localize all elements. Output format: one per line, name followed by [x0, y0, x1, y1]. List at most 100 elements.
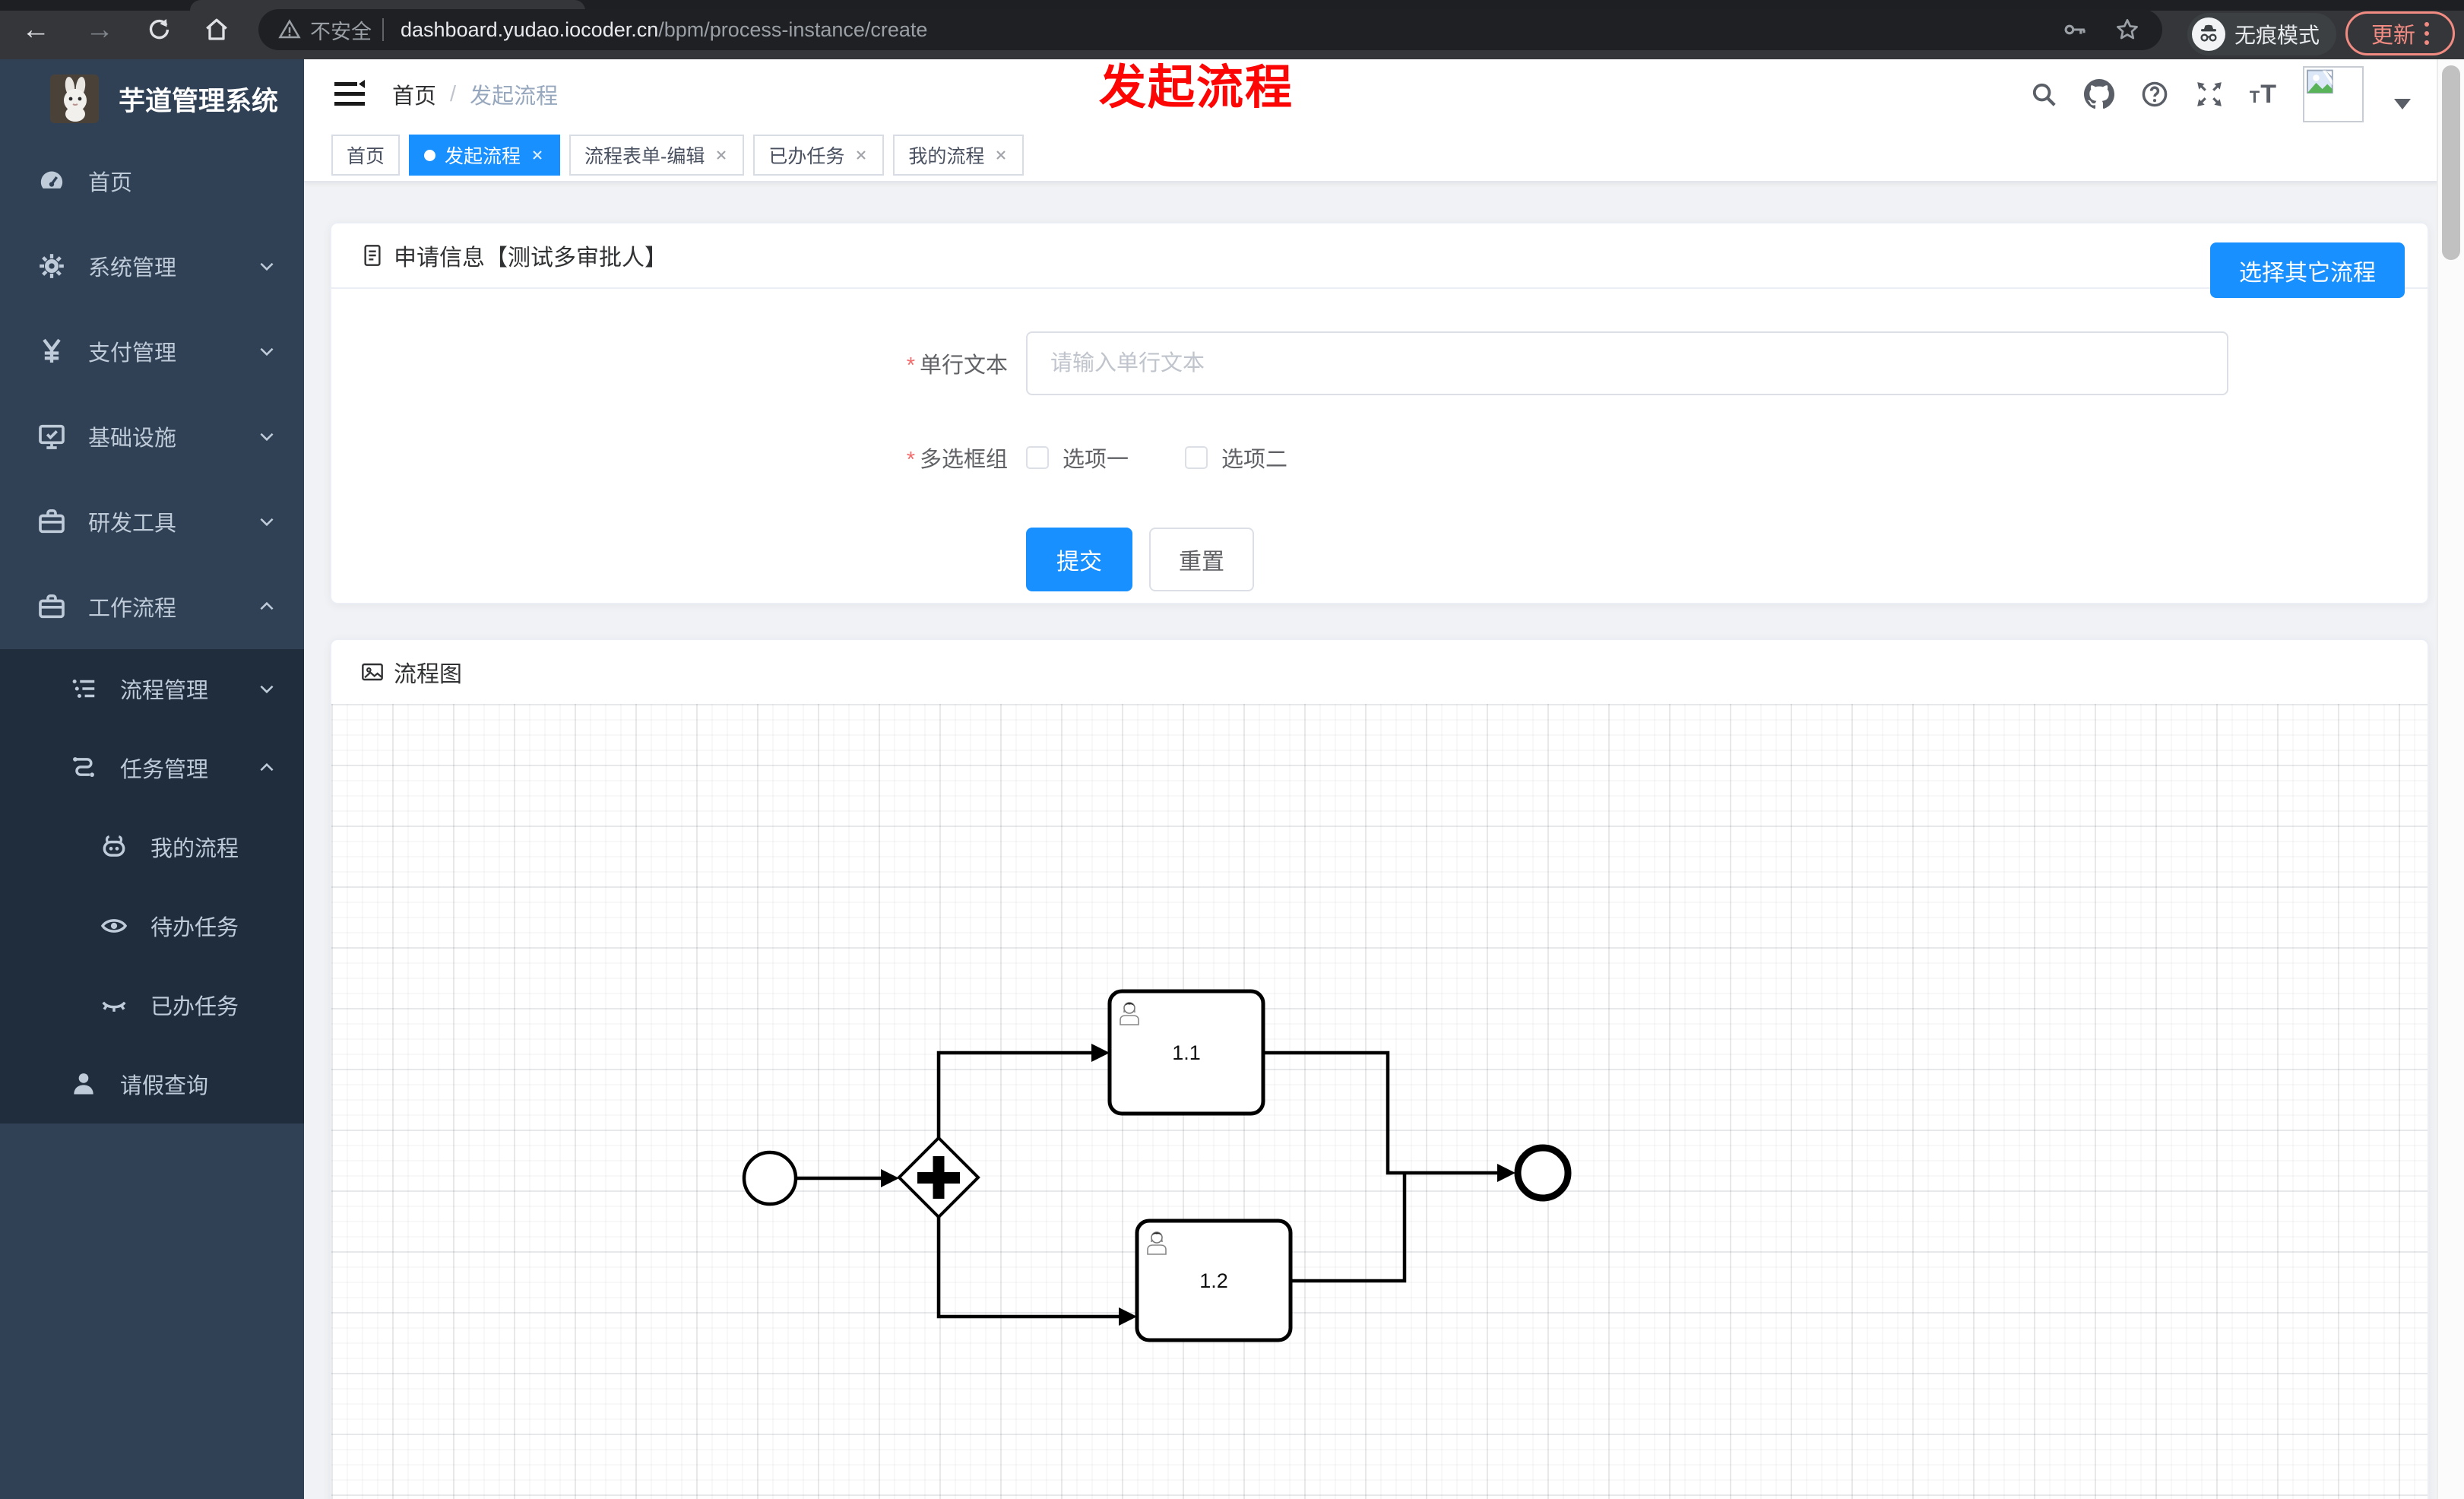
github-icon[interactable]	[2083, 79, 2114, 109]
close-icon[interactable]	[530, 147, 545, 163]
sidebar-item-todo-tasks[interactable]: 待办任务	[0, 886, 304, 965]
omnibox-divider	[382, 18, 384, 41]
tag-form-edit[interactable]: 流程表单-编辑	[569, 135, 745, 176]
help-icon[interactable]	[2140, 80, 2169, 109]
avatar[interactable]	[2303, 66, 2364, 122]
sidebar-item-label: 首页	[88, 171, 133, 195]
close-icon[interactable]	[714, 147, 729, 163]
annotation-text: 发起流程	[1099, 62, 1294, 114]
sidebar-item-workflow[interactable]: 工作流程	[0, 564, 304, 649]
app-title: 芋道管理系统	[119, 86, 279, 116]
search-icon[interactable]	[2029, 80, 2058, 109]
incognito-badge: 无痕模式	[2187, 13, 2336, 55]
sidebar-item-home[interactable]: 首页	[0, 138, 304, 223]
toolbox-icon	[32, 506, 71, 537]
sidebar-collapse-button[interactable]	[331, 76, 368, 113]
chevron-down-icon	[257, 426, 277, 446]
checkbox-label[interactable]: 选项一	[1063, 442, 1129, 474]
breadcrumb-current: 发起流程	[470, 84, 559, 109]
choose-other-process-button[interactable]: 选择其它流程	[2210, 242, 2405, 298]
reset-button[interactable]: 重置	[1149, 528, 1254, 591]
bpmn-flow-start-gateway	[797, 1169, 899, 1187]
field-label: * 多选框组	[906, 448, 1008, 472]
url-host[interactable]: dashboard.yudao.iocoder.cn	[401, 18, 658, 42]
home-icon	[206, 18, 227, 40]
tree-list-icon	[64, 674, 103, 703]
bpmn-parallel-gateway[interactable]	[897, 1136, 980, 1219]
url-path[interactable]: /bpm/process-instance/create	[658, 18, 927, 42]
single-line-text-input[interactable]	[1026, 331, 2228, 395]
apply-info-card-header: 申请信息【测试多审批人】	[331, 223, 2428, 289]
sidebar-item-task-mgmt[interactable]: 任务管理	[0, 728, 304, 807]
checkbox-option-2[interactable]	[1185, 446, 1208, 469]
tag-done-tasks[interactable]: 已办任务	[753, 135, 885, 176]
sidebar-item-system[interactable]: 系统管理	[0, 223, 304, 309]
update-label: 更新	[2371, 24, 2415, 48]
key-icon[interactable]	[2062, 17, 2088, 43]
bpmn-start-event[interactable]	[742, 1150, 798, 1206]
tag-start-process[interactable]: 发起流程	[409, 135, 561, 176]
close-icon[interactable]	[854, 147, 869, 163]
fullscreen-icon[interactable]	[2195, 80, 2224, 109]
field-label: * 单行文本	[906, 353, 1008, 378]
picture-icon	[362, 663, 383, 681]
font-size-icon[interactable]: TT	[2250, 80, 2277, 109]
eye-icon	[94, 911, 134, 940]
scrollbar-thumb[interactable]	[2442, 65, 2460, 260]
sidebar-item-label: 工作流程	[88, 597, 177, 621]
main-content: 申请信息【测试多审批人】 选择其它流程 *单行文本 *多选框组 选项一 选项二	[304, 182, 2437, 1499]
tag-label: 我的流程	[908, 146, 985, 167]
checkbox-option-1[interactable]	[1026, 446, 1049, 469]
sidebar-item-done-tasks[interactable]: 已办任务	[0, 965, 304, 1044]
tag-label: 已办任务	[768, 146, 845, 167]
avatar-caret-icon[interactable]	[2394, 99, 2411, 109]
sidebar-item-label: 流程管理	[120, 679, 209, 703]
browser-home-button[interactable]	[196, 9, 237, 50]
dashboard-icon	[32, 166, 71, 196]
chevron-down-icon	[257, 679, 277, 699]
browser-back-button[interactable]: ←	[15, 9, 56, 50]
sidebar-item-label: 待办任务	[150, 916, 239, 940]
bpmn-diagram: 1.1 1.2	[742, 989, 1572, 1342]
bpmn-user-task-1-2[interactable]: 1.2	[1135, 1219, 1293, 1342]
sidebar-item-label: 任务管理	[120, 758, 209, 782]
form-row-text: * 单行文本	[331, 331, 2428, 395]
tag-my-process[interactable]: 我的流程	[893, 135, 1025, 176]
bpmn-user-task-1-1[interactable]: 1.1	[1107, 989, 1265, 1116]
tag-home[interactable]: 首页	[331, 135, 401, 176]
sidebar-item-process-mgmt[interactable]: 流程管理	[0, 649, 304, 728]
sidebar-logo[interactable]: 芋道管理系统	[0, 59, 304, 138]
route-icon	[64, 753, 103, 782]
security-label[interactable]: 不安全	[310, 15, 372, 45]
menu-dots-icon	[2424, 22, 2429, 45]
sidebar-item-leave-query[interactable]: 请假查询	[0, 1044, 304, 1123]
chevron-down-icon	[257, 256, 277, 276]
bookmark-star-icon[interactable]	[2114, 16, 2141, 43]
submit-button[interactable]: 提交	[1026, 528, 1132, 591]
reload-icon	[149, 19, 169, 40]
page-scrollbar[interactable]	[2437, 59, 2464, 1499]
bpmn-canvas[interactable]: 1.1 1.2	[331, 704, 2428, 1499]
breadcrumb-home[interactable]: 首页	[392, 78, 436, 110]
monitor-icon	[32, 421, 71, 452]
browser-update-menu-button[interactable]: 更新	[2345, 11, 2455, 55]
sidebar-item-payment[interactable]: 支付管理	[0, 309, 304, 394]
address-bar[interactable]: 不安全 dashboard.yudao.iocoder.cn/bpm/proce…	[258, 9, 2162, 50]
checkbox-label[interactable]: 选项二	[1221, 442, 1287, 474]
incognito-label: 无痕模式	[2234, 24, 2320, 47]
toolbox-icon	[32, 591, 71, 622]
sidebar-item-infrastructure[interactable]: 基础设施	[0, 394, 304, 479]
form-row-buttons: 提交 重置	[331, 528, 2428, 591]
chevron-up-icon	[257, 758, 277, 778]
broken-image-icon	[2307, 69, 2333, 94]
browser-forward-button[interactable]: →	[79, 9, 120, 50]
tags-view-bar: 首页 发起流程 流程表单-编辑 已办任务 我的流程	[304, 129, 2464, 182]
sidebar-item-my-process[interactable]: 我的流程	[0, 807, 304, 886]
browser-reload-button[interactable]	[138, 9, 179, 50]
sidebar-item-label: 我的流程	[150, 837, 239, 861]
bpmn-end-event[interactable]	[1514, 1144, 1572, 1202]
close-icon[interactable]	[993, 147, 1009, 163]
sidebar-item-label: 系统管理	[88, 256, 177, 280]
sidebar-item-dev-tools[interactable]: 研发工具	[0, 479, 304, 564]
breadcrumb-separator: /	[450, 81, 457, 106]
